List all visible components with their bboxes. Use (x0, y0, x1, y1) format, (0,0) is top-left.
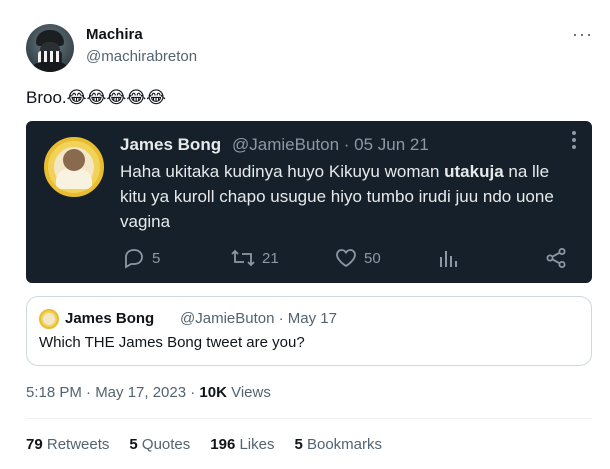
quoted-text: Which THE James Bong tweet are you? (39, 334, 305, 351)
screenshot-text: Haha ukitaka kudinya huyo Kikuyu woman u… (120, 159, 580, 234)
share-icon (546, 248, 566, 268)
bookmarks-stat[interactable]: 5 Bookmarks (294, 436, 382, 453)
screenshot-views (438, 247, 460, 269)
screenshot-avatar-shirt (56, 169, 92, 189)
avatar-body (30, 62, 70, 72)
screenshot-author-name: James Bong (120, 135, 222, 154)
quoted-author-name: James Bong (65, 310, 155, 327)
quoted-avatar (39, 309, 59, 329)
screenshot-author-meta: @JamieButon · 05 Jun 21 (232, 135, 429, 154)
embedded-screenshot[interactable]: James Bong @JamieButon · 05 Jun 21 Haha … (26, 121, 592, 283)
quoted-tweet[interactable]: James Bong @JamieButon · May 17 Which TH… (26, 296, 592, 366)
quotes-stat[interactable]: 5 Quotes (129, 436, 190, 453)
more-icon[interactable]: ··· (572, 24, 593, 45)
author-avatar[interactable] (26, 24, 74, 72)
timestamp[interactable]: 5:18 PM · May 17, 2023 · (26, 384, 199, 401)
reply-icon (125, 249, 143, 269)
engagement-stats: 79 Retweets 5 Quotes 196 Likes 5 Bookmar… (26, 436, 402, 453)
views-icon (440, 251, 457, 267)
bookmarks-count: 5 (294, 436, 303, 453)
divider (26, 418, 592, 419)
screenshot-text-part1: Haha ukitaka kudinya huyo Kikuyu woman (120, 162, 445, 181)
screenshot-avatar (44, 137, 104, 197)
likes-stat[interactable]: 196 Likes (210, 436, 274, 453)
bookmarks-label: Bookmarks (302, 436, 383, 453)
screenshot-reply-count: 5 (152, 249, 161, 267)
views-count: 10K (199, 384, 227, 401)
like-icon (336, 249, 356, 268)
screenshot-like: 50 (334, 247, 381, 269)
retweets-count: 79 (26, 436, 43, 453)
timestamp-line: 5:18 PM · May 17, 2023 · 10K Views (26, 384, 271, 401)
views-label: Views (226, 384, 271, 401)
screenshot-avatar-head (63, 149, 85, 171)
quotes-label: Quotes (137, 436, 191, 453)
likes-label: Likes (235, 436, 275, 453)
screenshot-retweet-count: 21 (262, 249, 279, 267)
quotes-count: 5 (129, 436, 138, 453)
author-name[interactable]: Machira (86, 26, 143, 43)
retweets-stat[interactable]: 79 Retweets (26, 436, 109, 453)
retweet-icon (231, 249, 255, 267)
likes-count: 196 (210, 436, 236, 453)
screenshot-like-count: 50 (364, 249, 381, 267)
screenshot-more-icon (572, 131, 576, 152)
tweet-text: Broo.😂😂😂😂😂 (26, 88, 166, 107)
tweet: Machira @machirabreton ··· Broo.😂😂😂😂😂 Ja… (0, 0, 610, 469)
screenshot-text-bold: utakuja (444, 162, 504, 181)
screenshot-retweet: 21 (230, 247, 279, 269)
retweets-label: Retweets (42, 436, 110, 453)
author-handle[interactable]: @machirabreton (86, 48, 197, 65)
quoted-author-meta: @JamieButon · May 17 (180, 310, 337, 327)
screenshot-reply: 5 (122, 247, 160, 269)
screenshot-share (544, 247, 568, 269)
